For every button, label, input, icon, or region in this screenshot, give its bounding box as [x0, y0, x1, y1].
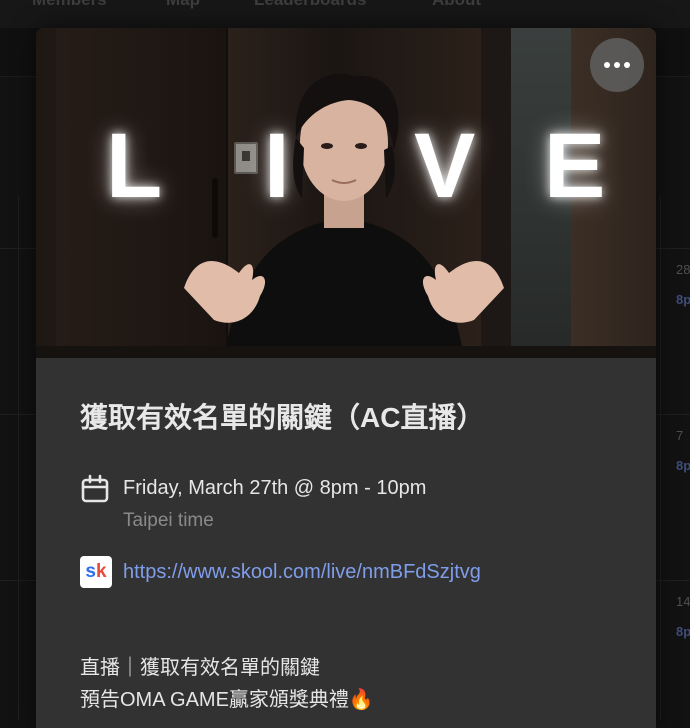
skool-logo-icon: sk: [80, 556, 112, 588]
presenter-figure: [184, 73, 504, 358]
calendar-day-number: 7: [676, 428, 684, 443]
background-nav: Members Map Leaderboards About: [0, 0, 690, 28]
neon-letter: L: [106, 115, 163, 217]
nav-leaderboards[interactable]: Leaderboards: [254, 0, 366, 10]
event-description: 直播｜獲取有效名單的關鍵 預告OMA GAME贏家頒獎典禮🔥: [80, 652, 374, 716]
calendar-event-time[interactable]: 8p: [676, 624, 690, 639]
event-timezone: Taipei time: [123, 510, 214, 531]
description-line: 直播｜獲取有效名單的關鍵: [80, 657, 320, 679]
calendar-event-time[interactable]: 8p: [676, 292, 690, 307]
calendar-day-number: 28: [676, 262, 690, 277]
event-date-row: Friday, March 27th @ 8pm - 10pm Taipei t…: [80, 474, 620, 534]
description-line: 預告OMA GAME贏家頒獎典禮🔥: [80, 689, 374, 711]
more-dot-icon: [604, 62, 610, 68]
neon-letter: E: [544, 115, 606, 217]
event-cover-image: L I V E: [36, 28, 656, 358]
event-live-link[interactable]: https://www.skool.com/live/nmBFdSzjtvg: [123, 561, 481, 584]
calendar-event-time[interactable]: 8p: [676, 458, 690, 473]
event-date: Friday, March 27th @ 8pm - 10pm: [123, 477, 427, 499]
nav-members[interactable]: Members: [32, 0, 107, 10]
event-modal: L I V E 獲取有效名單的關鍵（AC直播） Friday, March 27…: [36, 28, 656, 728]
calendar-icon: [81, 474, 109, 503]
more-options-button[interactable]: [590, 38, 644, 92]
event-link-row: sk https://www.skool.com/live/nmBFdSzjtv…: [80, 556, 620, 592]
nav-about[interactable]: About: [432, 0, 481, 10]
event-title: 獲取有效名單的關鍵（AC直播）: [80, 402, 485, 433]
nav-map[interactable]: Map: [166, 0, 200, 10]
calendar-day-number: 14: [676, 594, 690, 609]
